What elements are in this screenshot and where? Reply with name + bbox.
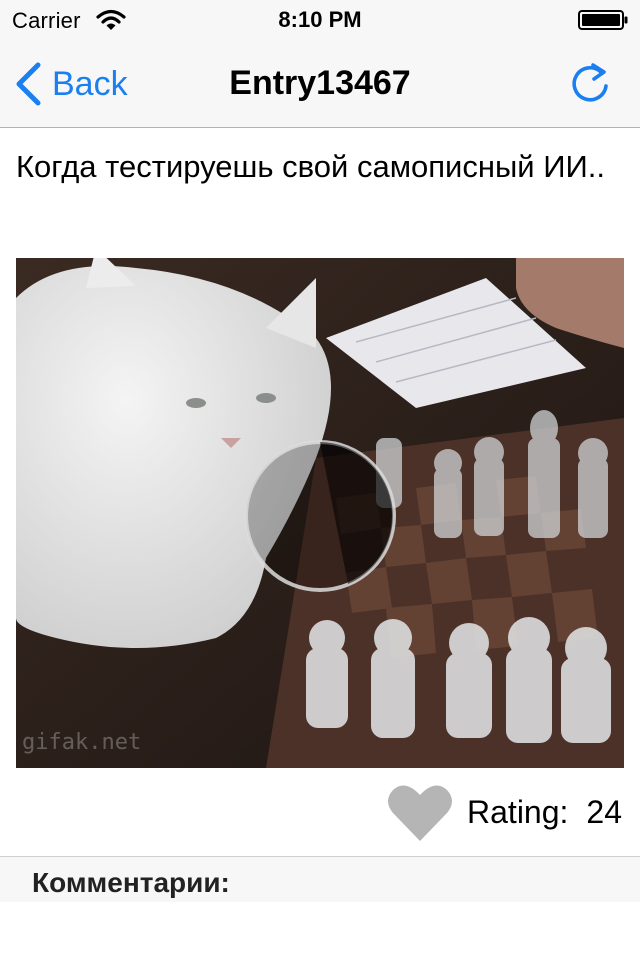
refresh-icon[interactable] <box>568 62 612 106</box>
heart-icon[interactable] <box>387 781 453 843</box>
page-title: Entry13467 <box>229 64 411 102</box>
status-time: 8:10 PM <box>278 7 362 32</box>
media-watermark: gifak.net <box>22 730 142 755</box>
entry-text: Когда тестируешь свой самописный ИИ.. <box>16 149 605 184</box>
rating-label: Rating: <box>467 793 569 830</box>
comments-title: Комментарии: <box>32 867 230 898</box>
status-bar: Carrier 8:10 PM <box>0 0 640 40</box>
navigation-bar: Back Entry13467 <box>0 40 640 128</box>
rating-value: 24 <box>586 793 622 830</box>
entry-media[interactable]: gifak.net <box>16 258 624 768</box>
battery-icon <box>578 10 628 30</box>
loading-spinner-icon[interactable] <box>238 434 402 598</box>
comments-section-header: Комментарии: <box>0 856 640 902</box>
rating-row: Rating: 24 <box>387 778 622 846</box>
